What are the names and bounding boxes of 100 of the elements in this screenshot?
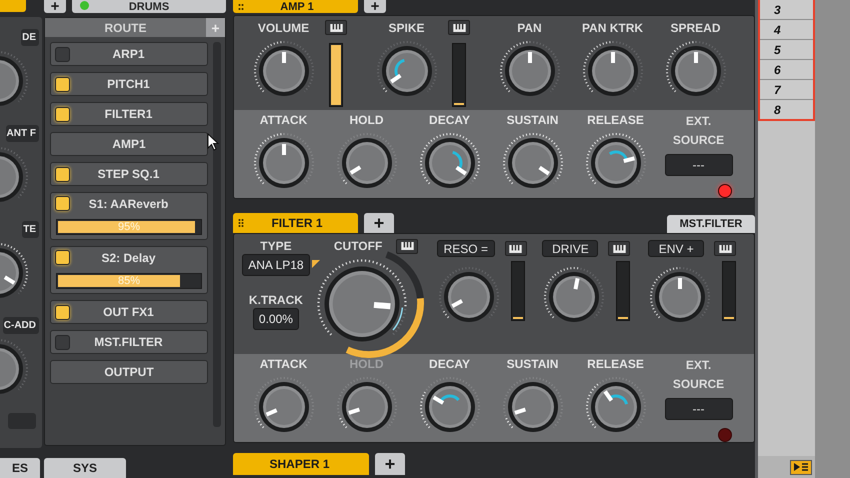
keyboard-icon	[718, 244, 732, 252]
route-slot[interactable]: S1: AAReverb 95%	[50, 192, 208, 240]
mode-field[interactable]: DE	[21, 29, 39, 46]
slot-number[interactable]: 5	[760, 40, 813, 60]
knob-pointer[interactable]	[374, 302, 390, 310]
instrument-tab[interactable]: DRUMS	[72, 0, 226, 13]
add-button[interactable]: +	[364, 213, 394, 233]
toggle-led[interactable]	[55, 196, 70, 211]
knob-label: DECAY	[429, 356, 470, 372]
slot-number[interactable]: 4	[760, 20, 813, 40]
route-slot[interactable]: ARP1	[50, 42, 208, 66]
master-filter-button[interactable]: MST.FILTER	[667, 215, 755, 233]
knob-label: EXT. SOURCE	[672, 113, 726, 149]
knob-label: EXT. SOURCE	[672, 357, 726, 393]
knob-pointer[interactable]	[451, 299, 463, 308]
mode-button[interactable]: ENV +	[648, 240, 704, 257]
mode-field[interactable]: ANT F	[6, 125, 39, 142]
toggle-led[interactable]	[55, 76, 70, 92]
keyboard-icon	[509, 244, 522, 252]
scrollbar[interactable]	[213, 42, 221, 427]
panel-title: ROUTE	[104, 20, 148, 34]
keytrack-button[interactable]	[325, 20, 347, 35]
slot-number[interactable]: 7	[760, 80, 813, 100]
toggle-led[interactable]	[55, 334, 70, 350]
knob-pointer[interactable]	[602, 390, 613, 402]
keytrack-button[interactable]	[396, 238, 418, 254]
knob-pointer[interactable]	[528, 52, 532, 63]
knob-pointer[interactable]	[349, 165, 361, 175]
knob-label: SUSTAIN	[506, 112, 558, 128]
knob-label: CUTOFF	[334, 238, 382, 254]
mode-field[interactable]: C-ADD	[2, 317, 39, 334]
route-slot[interactable]: MST.FILTER	[50, 330, 208, 354]
keyboard-icon	[400, 242, 414, 250]
keytrack-button[interactable]	[714, 241, 736, 256]
route-slot[interactable]: OUT FX1	[50, 300, 208, 324]
slot-label: ARP1	[111, 47, 146, 61]
add-button[interactable]: +	[364, 0, 386, 13]
knob-pointer[interactable]	[622, 156, 634, 163]
knob-label: SPIKE	[388, 20, 424, 36]
mode-button[interactable]: DRIVE	[542, 240, 598, 257]
knob-pointer[interactable]	[694, 52, 698, 63]
route-slot[interactable]: STEP SQ.1	[50, 162, 208, 186]
knob-pointer[interactable]	[390, 74, 401, 84]
keytrack-button[interactable]	[608, 241, 630, 256]
knob-label: RELEASE	[587, 356, 644, 372]
knob-pointer[interactable]	[265, 408, 277, 416]
knob-pointer[interactable]	[282, 144, 286, 155]
add-button[interactable]: +	[44, 0, 66, 13]
filter-type-field[interactable]: ANA LP18	[242, 254, 310, 276]
slot-label: OUTPUT	[104, 365, 154, 379]
source-field[interactable]: ---	[664, 154, 732, 176]
route-slot[interactable]: PITCH1	[50, 72, 208, 96]
knob-label: PAN KTRK	[582, 20, 644, 36]
knob-label: SUSTAIN	[506, 356, 558, 372]
cursor-icon	[207, 133, 219, 151]
knob-pointer[interactable]	[610, 52, 614, 63]
module-tab[interactable]: FILTER 1	[233, 213, 358, 233]
keytrack-field[interactable]: 0.00%	[252, 308, 299, 330]
keytrack-button[interactable]	[504, 241, 527, 256]
grip-icon[interactable]	[238, 2, 244, 12]
module-tab[interactable]: AMP 1	[233, 0, 358, 13]
power-dot[interactable]	[80, 1, 89, 10]
knob-pointer[interactable]	[432, 396, 444, 405]
toggle-led[interactable]	[55, 46, 70, 62]
knob-pointer[interactable]	[574, 278, 580, 290]
grip-icon[interactable]	[238, 218, 244, 228]
route-slot[interactable]: FILTER1	[50, 102, 208, 126]
slot-number[interactable]: 8	[760, 100, 813, 119]
route-slot[interactable]: AMP1	[50, 132, 208, 156]
mode-field[interactable]: TE	[22, 221, 39, 238]
module-tab[interactable]: SHAPER 1	[233, 453, 369, 475]
knob-pointer[interactable]	[538, 166, 550, 176]
field-label: K.TRACK	[248, 292, 303, 308]
toggle-led[interactable]	[55, 166, 70, 182]
knob-pointer[interactable]	[282, 52, 286, 63]
route-slot[interactable]: OUTPUT	[50, 360, 208, 384]
play-list-button[interactable]	[790, 460, 812, 474]
tab[interactable]: SYS	[44, 458, 126, 478]
toggle-led[interactable]	[55, 250, 70, 265]
slot-label: S2: Delay	[100, 250, 157, 264]
add-button[interactable]: +	[375, 453, 405, 475]
slot-number[interactable]: 3	[760, 0, 813, 20]
keytrack-button[interactable]	[448, 20, 470, 35]
slot-label: OUT FX1	[102, 305, 155, 319]
knob-pointer[interactable]	[4, 275, 16, 285]
source-field[interactable]: ---	[664, 398, 732, 420]
knob-label: DECAY	[429, 112, 470, 128]
mode-button[interactable]: RESO =	[436, 240, 495, 257]
knob-pointer[interactable]	[455, 166, 466, 176]
toggle-led[interactable]	[55, 106, 70, 122]
slot-label: S1: AAReverb	[88, 196, 170, 210]
slot-number[interactable]: 6	[760, 60, 813, 80]
knob-pointer[interactable]	[514, 408, 526, 415]
knob-pointer[interactable]	[678, 278, 682, 289]
tab[interactable]: ES	[0, 458, 40, 478]
route-slot[interactable]: S2: Delay 85%	[50, 246, 208, 294]
send-amount: 85%	[118, 275, 140, 287]
keyboard-icon	[452, 24, 466, 32]
field-label: TYPE	[260, 238, 292, 254]
toggle-led[interactable]	[55, 304, 70, 320]
